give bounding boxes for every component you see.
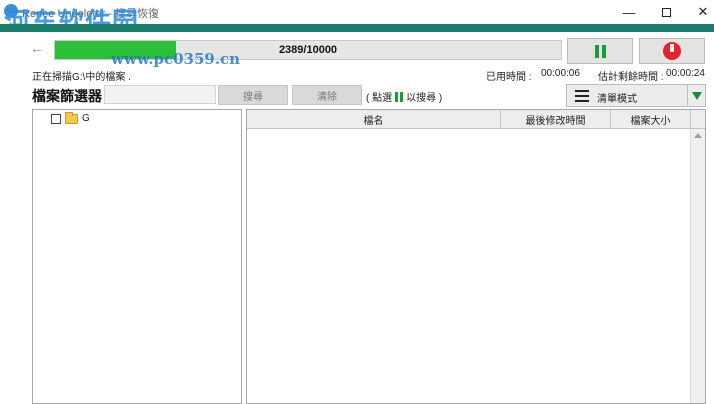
view-mode-dropdown[interactable]: 清單模式 xyxy=(566,84,706,107)
scan-status-text: 正在掃描G:\中的檔案 . xyxy=(32,72,131,83)
list-icon xyxy=(575,90,589,102)
scroll-up-icon[interactable] xyxy=(694,133,702,138)
column-header-modified[interactable]: 最後修改時間 xyxy=(501,110,611,129)
folder-icon xyxy=(65,111,78,124)
chevron-down-icon xyxy=(691,91,702,100)
progress-row: ← 2389/10000 www.pc0359.cn xyxy=(0,32,714,68)
column-header-spacer xyxy=(691,110,705,129)
column-header-size[interactable]: 檔案大小 xyxy=(611,110,691,129)
file-filter-input[interactable] xyxy=(104,85,216,104)
pause-icon xyxy=(594,44,606,58)
stop-icon xyxy=(663,42,681,60)
title-bar: Renee Undeleter - 搜尋恢復 河东软件园 — ✕ xyxy=(0,0,714,38)
accent-bar xyxy=(0,24,714,32)
search-hint: ( 點選 以搜尋 ) xyxy=(366,89,442,104)
file-filter-label: 檔案篩選器 xyxy=(32,88,102,104)
maximize-icon xyxy=(661,7,671,17)
hint-text-after: 以搜尋 ) xyxy=(406,93,443,104)
elapsed-time-label: 已用時間 : xyxy=(486,72,532,83)
search-button[interactable]: 搜尋 xyxy=(218,85,288,105)
remaining-time-value: 00:00:24 xyxy=(666,68,705,79)
minimize-icon: — xyxy=(622,4,636,20)
status-row: 正在掃描G:\中的檔案 . 已用時間 : 00:00:06 估計剩餘時間 : 0… xyxy=(0,66,714,83)
hint-text-before: ( 點選 xyxy=(366,93,393,104)
folder-tree[interactable]: G xyxy=(32,109,242,404)
view-mode-label: 清單模式 xyxy=(597,94,637,105)
filter-row: 檔案篩選器 搜尋 清除 ( 點選 以搜尋 ) 清單模式 xyxy=(0,82,714,108)
view-mode-toggle[interactable] xyxy=(687,85,705,106)
close-icon: ✕ xyxy=(697,4,709,19)
hint-pause-icon xyxy=(395,91,404,102)
tree-item-checkbox[interactable] xyxy=(51,113,61,124)
column-header-filename[interactable]: 檔名 xyxy=(247,110,501,129)
back-arrow-icon[interactable]: ← xyxy=(30,40,44,56)
scan-progress-bar: 2389/10000 www.pc0359.cn xyxy=(54,40,562,68)
tree-item-label: G xyxy=(82,113,90,124)
remaining-time-label: 估計剩餘時間 : xyxy=(598,72,664,83)
vertical-scrollbar[interactable] xyxy=(690,129,705,403)
close-button[interactable]: ✕ xyxy=(680,0,714,24)
elapsed-time-value: 00:00:06 xyxy=(541,68,580,79)
pause-button[interactable] xyxy=(567,38,633,64)
tree-item-g[interactable]: G xyxy=(51,111,90,124)
file-list[interactable]: 檔名 最後修改時間 檔案大小 xyxy=(246,109,706,404)
clear-button[interactable]: 清除 xyxy=(292,85,362,105)
stop-button[interactable] xyxy=(639,38,705,64)
